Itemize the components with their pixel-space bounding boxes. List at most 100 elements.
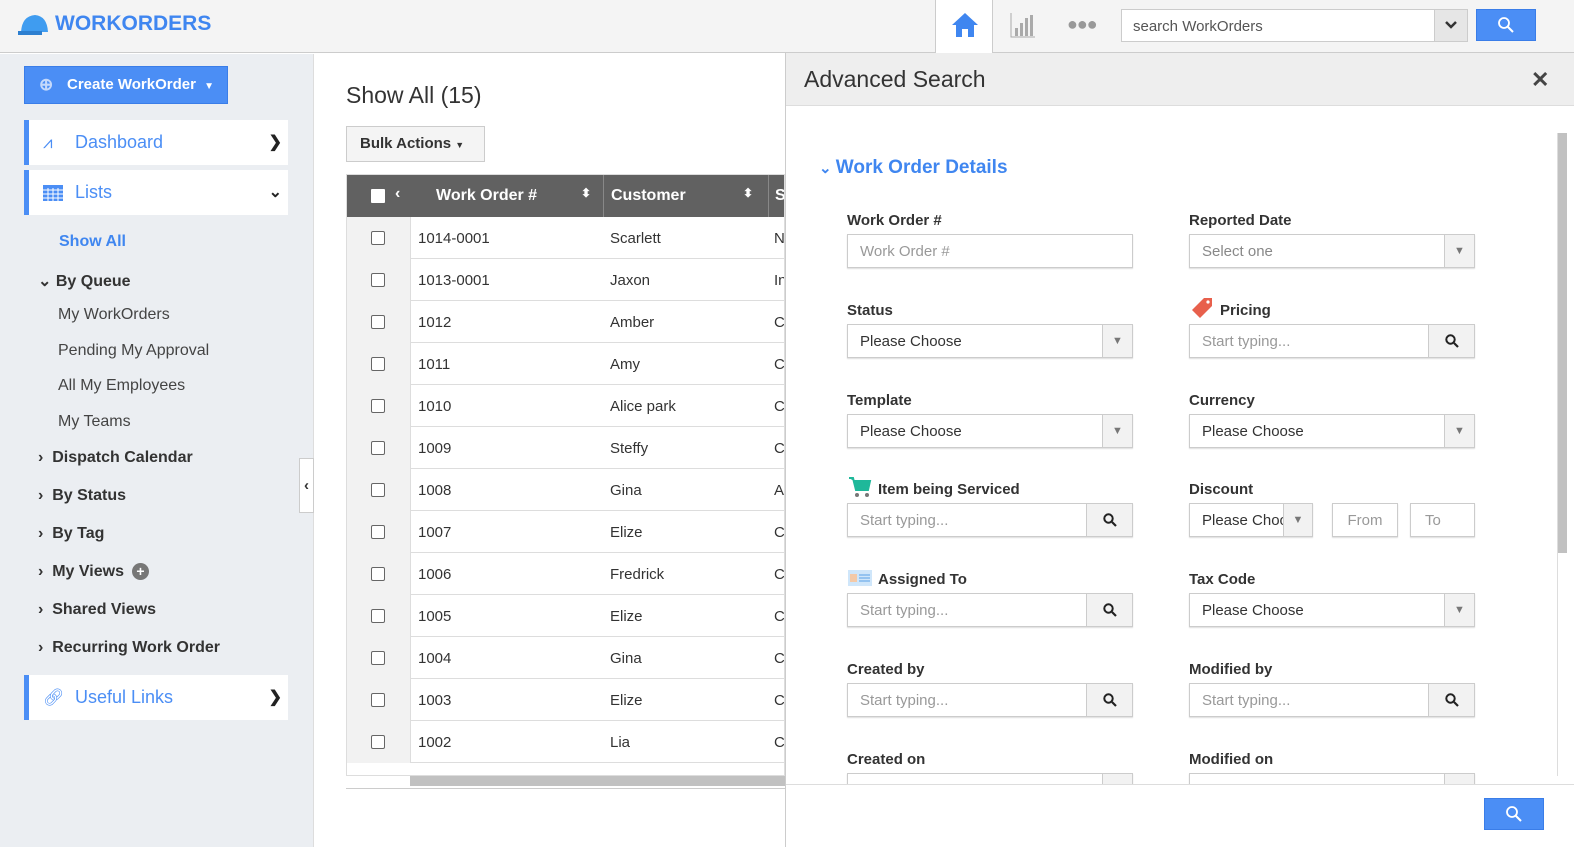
select-all-checkbox[interactable]: [371, 189, 385, 203]
cell-work-order[interactable]: 1004: [418, 650, 451, 667]
add-view-icon[interactable]: +: [131, 563, 149, 580]
vertical-scrollbar[interactable]: [1558, 133, 1567, 553]
search-button[interactable]: [1476, 9, 1536, 41]
column-header-customer[interactable]: Customer: [611, 187, 686, 205]
row-checkbox[interactable]: [371, 357, 385, 371]
row-checkbox[interactable]: [371, 441, 385, 455]
search-input[interactable]: search WorkOrders: [1121, 9, 1435, 42]
collapse-sidebar-button[interactable]: ‹: [299, 458, 314, 513]
select-created-on[interactable]: ▼: [847, 772, 1133, 784]
row-checkbox[interactable]: [371, 651, 385, 665]
sort-icon[interactable]: ⬍: [581, 186, 591, 200]
lookup-item-being-serviced[interactable]: Start typing...: [847, 503, 1133, 538]
lookup-search-button[interactable]: [1086, 503, 1133, 538]
field-work-order[interactable]: Work Order #: [847, 234, 1133, 268]
row-checkbox[interactable]: [371, 483, 385, 497]
search-dropdown-button[interactable]: [1434, 9, 1468, 42]
sidebar-section[interactable]: › My Views +: [38, 563, 149, 581]
section-toggle-work-order-details[interactable]: ⌄ Work Order Details: [819, 157, 1008, 179]
sidebar-item-lists[interactable]: Lists ⌄: [24, 170, 288, 215]
table-row[interactable]: 1002 Lia C: [347, 721, 784, 763]
bulk-actions-button[interactable]: Bulk Actions ▼: [346, 126, 485, 162]
home-tab[interactable]: [935, 0, 993, 54]
cart-icon: [849, 477, 872, 498]
table-row[interactable]: 1011 Amy C: [347, 343, 784, 385]
sidebar-queue-item[interactable]: All My Employees: [58, 377, 185, 395]
advanced-search-submit-button[interactable]: [1484, 798, 1544, 830]
cell-work-order[interactable]: 1010: [418, 398, 451, 415]
column-header-work-order[interactable]: Work Order #: [436, 187, 537, 205]
sidebar-section[interactable]: › By Tag: [38, 525, 104, 543]
table-row[interactable]: 1005 Elize C: [347, 595, 784, 637]
row-checkbox[interactable]: [371, 735, 385, 749]
row-checkbox[interactable]: [371, 231, 385, 245]
lookup-search-button[interactable]: [1428, 323, 1475, 358]
cell-work-order[interactable]: 1002: [418, 734, 451, 751]
create-workorder-button[interactable]: ⊕ Create WorkOrder ▼: [24, 66, 228, 104]
sidebar-section[interactable]: › Dispatch Calendar: [38, 449, 193, 467]
cell-work-order[interactable]: 1005: [418, 608, 451, 625]
row-checkbox[interactable]: [371, 525, 385, 539]
lookup-search-button[interactable]: [1086, 593, 1133, 628]
select-status[interactable]: Please Choose ▼: [847, 323, 1133, 358]
lookup-search-button[interactable]: [1086, 683, 1133, 717]
row-checkbox[interactable]: [371, 399, 385, 413]
cell-work-order[interactable]: 1014-0001: [418, 230, 490, 247]
discount-to-input[interactable]: To: [1410, 503, 1475, 538]
select-modified-on[interactable]: ▼: [1189, 772, 1475, 784]
more-dots-icon[interactable]: ●●●: [1067, 14, 1098, 35]
chevron-left-icon[interactable]: ‹: [395, 185, 400, 203]
table-row[interactable]: 1012 Amber C: [347, 301, 784, 343]
close-icon[interactable]: ✕: [1531, 67, 1549, 93]
cell-work-order[interactable]: 1007: [418, 524, 451, 541]
sidebar-queue-item[interactable]: Pending My Approval: [58, 342, 209, 360]
row-checkbox[interactable]: [371, 315, 385, 329]
sidebar-queue-item[interactable]: My Teams: [58, 413, 131, 431]
horizontal-scrollbar[interactable]: [410, 776, 785, 786]
sidebar-item-dashboard[interactable]: ⩘ Dashboard ❯: [24, 120, 288, 165]
sort-icon[interactable]: ⬍: [743, 186, 753, 200]
cell-work-order[interactable]: 1009: [418, 440, 451, 457]
row-checkbox[interactable]: [371, 693, 385, 707]
sidebar-section[interactable]: › Shared Views: [38, 601, 156, 619]
cell-work-order[interactable]: 1008: [418, 482, 451, 499]
lookup-search-button[interactable]: [1428, 683, 1475, 717]
lookup-modified-by[interactable]: Start typing...: [1189, 683, 1475, 717]
row-checkbox[interactable]: [371, 567, 385, 581]
lookup-pricing[interactable]: Start typing...: [1189, 323, 1475, 358]
discount-from-input[interactable]: From: [1332, 503, 1398, 538]
cell-work-order[interactable]: 1003: [418, 692, 451, 709]
cell-work-order[interactable]: 1013-0001: [418, 272, 490, 289]
field-label: Modified on: [1189, 750, 1274, 768]
table-row[interactable]: 1006 Fredrick C: [347, 553, 784, 595]
select-currency[interactable]: Please Choose ▼: [1189, 413, 1475, 448]
sidebar-section[interactable]: › Recurring Work Order: [38, 639, 220, 657]
table-row[interactable]: 1014-0001 Scarlett N: [347, 217, 784, 259]
select-template[interactable]: Please Choose ▼: [847, 413, 1133, 448]
select-reported-date[interactable]: Select one ▼: [1189, 234, 1475, 268]
row-checkbox[interactable]: [371, 609, 385, 623]
lookup-assigned-to[interactable]: Start typing...: [847, 593, 1133, 628]
cell-work-order[interactable]: 1011: [418, 356, 450, 373]
sidebar-queue-item[interactable]: My WorkOrders: [58, 306, 170, 324]
table-row[interactable]: 1013-0001 Jaxon In: [347, 259, 784, 301]
section-label: Shared Views: [52, 601, 156, 618]
lookup-created-by[interactable]: Start typing...: [847, 683, 1133, 717]
select-discount-type[interactable]: Please Choose ▼: [1189, 503, 1313, 538]
row-checkbox[interactable]: [371, 273, 385, 287]
cell-work-order[interactable]: 1006: [418, 566, 451, 583]
table-row[interactable]: 1004 Gina C: [347, 637, 784, 679]
table-row[interactable]: 1009 Steffy C: [347, 427, 784, 469]
sidebar-item-useful-links[interactable]: 🔗︎ Useful Links ❯: [24, 675, 288, 720]
table-row[interactable]: 1003 Elize C: [347, 679, 784, 721]
bar-chart-icon[interactable]: [1010, 12, 1036, 38]
sidebar-show-all[interactable]: Show All: [59, 233, 126, 251]
table-row[interactable]: 1010 Alice park C: [347, 385, 784, 427]
sidebar-by-queue[interactable]: ⌄ By Queue: [38, 271, 131, 291]
table-row[interactable]: 1008 Gina A: [347, 469, 784, 511]
cell-work-order[interactable]: 1012: [418, 314, 451, 331]
column-header-status[interactable]: S: [775, 187, 784, 205]
table-row[interactable]: 1007 Elize C: [347, 511, 784, 553]
sidebar-section[interactable]: › By Status: [38, 487, 126, 505]
select-tax-code[interactable]: Please Choose ▼: [1189, 593, 1475, 628]
